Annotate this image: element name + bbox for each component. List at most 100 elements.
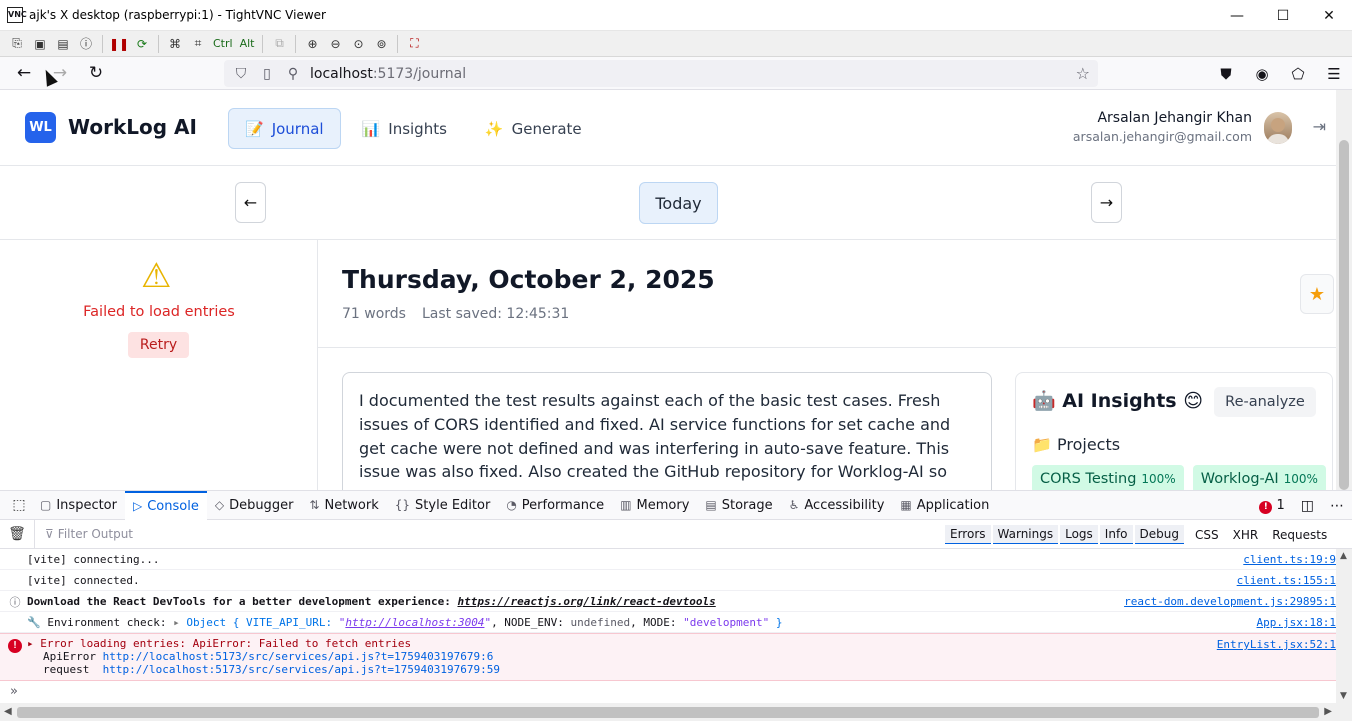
- scroll-right-arrow-icon[interactable]: ▶: [1324, 706, 1332, 717]
- pause-icon[interactable]: ❚❚: [109, 34, 129, 54]
- refresh-icon[interactable]: ⟳: [132, 34, 152, 54]
- nav-tab-journal[interactable]: 📝 Journal: [228, 108, 341, 149]
- tab-inspector[interactable]: ▢ Inspector: [32, 491, 125, 520]
- user-info: Arsalan Jehangir Khan arsalan.jehangir@g…: [1073, 110, 1252, 144]
- avatar[interactable]: [1264, 112, 1292, 144]
- scroll-up-arrow-icon[interactable]: ▲: [1340, 551, 1347, 561]
- message-source[interactable]: react-dom.development.js:29895:1: [1124, 595, 1336, 608]
- trace-location[interactable]: http://localhost:5173/src/services/api.j…: [103, 663, 500, 676]
- tab-memory[interactable]: ▥ Memory: [612, 491, 697, 520]
- level-debug[interactable]: Debug: [1134, 525, 1184, 544]
- tab-performance[interactable]: ◔ Performance: [498, 491, 612, 520]
- expand-arrow-icon[interactable]: ▸: [173, 616, 186, 629]
- level-info[interactable]: Info: [1099, 525, 1133, 544]
- logo-badge: WL: [25, 112, 56, 143]
- level-logs[interactable]: Logs: [1060, 525, 1098, 544]
- object-preview[interactable]: Object { VITE_API_URL:: [186, 616, 338, 629]
- journal-icon: 📝: [245, 119, 264, 138]
- filter-input[interactable]: ⊽ Filter Output: [34, 519, 133, 549]
- message-source[interactable]: client.ts:155:1: [1237, 574, 1336, 587]
- account-icon[interactable]: ◉: [1248, 60, 1276, 88]
- page-icon[interactable]: ▯: [258, 66, 276, 82]
- message-source[interactable]: EntryList.jsx:52:1: [1217, 638, 1336, 651]
- trace-location[interactable]: http://localhost:5173/src/services/api.j…: [103, 650, 494, 663]
- send-ctrl-alt-del-icon[interactable]: ⌘: [165, 34, 185, 54]
- page-scrollbar[interactable]: [1336, 90, 1352, 490]
- fullscreen-icon[interactable]: ⛶: [404, 34, 424, 54]
- message-source[interactable]: client.ts:19:9: [1243, 553, 1336, 566]
- extensions-icon[interactable]: ⬠: [1284, 60, 1312, 88]
- nav-tab-generate[interactable]: ✨ Generate: [468, 108, 599, 149]
- favorite-star-button[interactable]: ★: [1300, 274, 1334, 314]
- project-chip[interactable]: Worklog-AI 100%: [1192, 465, 1326, 490]
- console-input[interactable]: »: [0, 685, 1336, 703]
- tab-application[interactable]: ▦ Application: [892, 491, 997, 520]
- close-button[interactable]: ✕: [1306, 0, 1352, 31]
- zoom-out-icon[interactable]: ⊖: [325, 34, 345, 54]
- project-pct: 100%: [1283, 472, 1318, 486]
- scroll-left-arrow-icon[interactable]: ◀: [4, 706, 12, 717]
- logout-icon[interactable]: ⇥: [1313, 117, 1326, 136]
- tab-style-editor[interactable]: {} Style Editor: [387, 491, 499, 520]
- pocket-icon[interactable]: ⛊: [1212, 60, 1240, 88]
- url-bar[interactable]: ⛉ ▯ ⚲ localhost:5173/journal ☆: [224, 60, 1098, 87]
- permissions-icon[interactable]: ⚲: [284, 66, 302, 82]
- new-connection-icon[interactable]: ⎘: [7, 34, 27, 54]
- zoom-fit-icon[interactable]: ⊚: [371, 34, 391, 54]
- back-icon[interactable]: ←: [10, 59, 38, 87]
- scroll-down-arrow-icon[interactable]: ▼: [1340, 691, 1347, 701]
- previous-day-button[interactable]: ←: [235, 182, 266, 223]
- element-picker-icon[interactable]: ⬚: [6, 497, 32, 513]
- reload-icon[interactable]: ↻: [82, 59, 110, 87]
- clipboard-icon[interactable]: ⧉: [269, 34, 289, 54]
- today-button[interactable]: Today: [639, 182, 718, 224]
- shield-icon[interactable]: ⛉: [232, 66, 250, 82]
- filter-requests[interactable]: Requests: [1267, 526, 1332, 544]
- error-count-badge[interactable]: ! 1: [1259, 498, 1285, 514]
- journal-editor[interactable]: I documented the test results against ea…: [342, 372, 992, 490]
- tab-debugger[interactable]: ◇ Debugger: [207, 491, 302, 520]
- expand-arrow-icon[interactable]: ▸: [27, 637, 40, 650]
- inspector-icon: ▢: [40, 498, 52, 512]
- browser-nav-bar: ← → ↻ ⛉ ▯ ⚲ localhost:5173/journal ☆ ⛊ ◉…: [0, 57, 1352, 90]
- menu-icon[interactable]: ☰: [1320, 60, 1348, 88]
- next-day-button[interactable]: →: [1091, 182, 1122, 223]
- application-icon: ▦: [900, 498, 912, 512]
- project-chip[interactable]: CORS Testing 100%: [1032, 465, 1184, 490]
- nav-tab-insights[interactable]: 📊 Insights: [345, 108, 464, 149]
- info-icon[interactable]: ⓘ: [76, 34, 96, 54]
- level-warnings[interactable]: Warnings: [992, 525, 1059, 544]
- clear-console-icon[interactable]: 🗑: [0, 526, 34, 542]
- react-devtools-link[interactable]: https://reactjs.org/link/react-devtools: [457, 595, 715, 608]
- ctrl-key-button[interactable]: Ctrl: [211, 34, 235, 54]
- alt-key-button[interactable]: Alt: [238, 34, 257, 54]
- options-icon[interactable]: ▤: [53, 34, 73, 54]
- scrollbar-thumb[interactable]: [1339, 140, 1349, 490]
- maximize-button[interactable]: ☐: [1260, 0, 1306, 31]
- level-errors[interactable]: Errors: [945, 525, 991, 544]
- bookmark-star-icon[interactable]: ☆: [1076, 64, 1090, 83]
- horizontal-scrollbar[interactable]: ◀ ▶: [0, 703, 1336, 721]
- save-icon[interactable]: ▣: [30, 34, 50, 54]
- minimize-button[interactable]: —: [1214, 0, 1260, 31]
- message-source[interactable]: App.jsx:18:1: [1257, 616, 1336, 629]
- filter-css[interactable]: CSS: [1190, 526, 1224, 544]
- dock-icon[interactable]: ◫: [1301, 498, 1314, 514]
- tab-accessibility[interactable]: ♿ Accessibility: [781, 491, 893, 520]
- last-saved: Last saved: 12:45:31: [421, 306, 570, 322]
- tab-network[interactable]: ⇅ Network: [301, 491, 386, 520]
- word-count: 71 words: [342, 306, 406, 322]
- console-scrollbar[interactable]: ▲ ▼: [1336, 549, 1352, 703]
- tab-storage[interactable]: ▤ Storage: [697, 491, 780, 520]
- tab-console[interactable]: ▷ Console: [124, 490, 207, 520]
- api-url-link[interactable]: http://localhost:3004: [345, 616, 484, 629]
- projects-heading: 📁 Projects: [1032, 435, 1121, 454]
- filter-xhr[interactable]: XHR: [1228, 526, 1264, 544]
- reanalyze-button[interactable]: Re-analyze: [1214, 387, 1316, 417]
- zoom-in-icon[interactable]: ⊕: [302, 34, 322, 54]
- retry-button[interactable]: Retry: [128, 332, 189, 358]
- send-ctrl-esc-icon[interactable]: ⌗: [188, 34, 208, 54]
- zoom-100-icon[interactable]: ⊙: [348, 34, 368, 54]
- scrollbar-thumb[interactable]: [17, 707, 1319, 718]
- more-options-icon[interactable]: ⋯: [1330, 498, 1344, 514]
